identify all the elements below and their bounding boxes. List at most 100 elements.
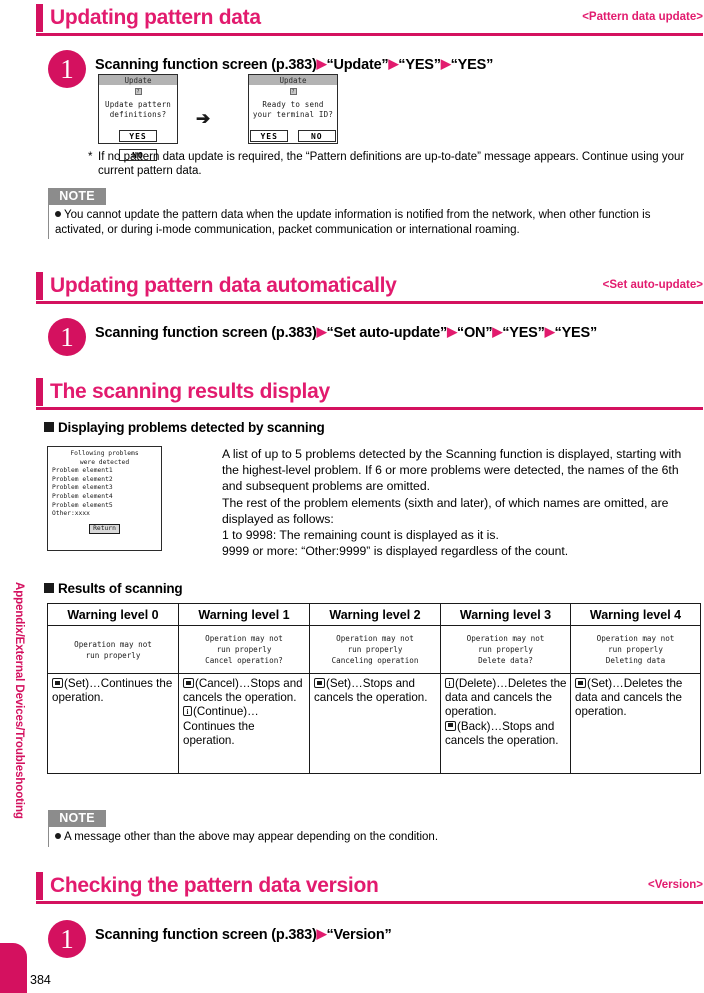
- footnote: * If no pattern data update is required,…: [88, 150, 700, 178]
- step-part: Scanning function screen (p.383): [95, 927, 317, 943]
- chapter-tab-marker: [0, 943, 27, 993]
- subheading-label: Results of scanning: [58, 581, 183, 596]
- action-cell: (Set)…Deletes the data and cancels the o…: [570, 673, 701, 774]
- step-part: Scanning function screen (p.383): [95, 57, 317, 73]
- mock-message-line: Ready to send: [262, 100, 324, 109]
- step-part: “YES”: [502, 325, 545, 341]
- mock-buttons: YES NO: [249, 124, 337, 143]
- set-key-icon: [445, 720, 456, 731]
- phone-mock-update-confirm: Update ? Update pattern definitions? YES…: [98, 74, 178, 161]
- message-line: Operation may not: [336, 634, 414, 643]
- message-line: Delete data?: [478, 656, 533, 665]
- action-dots: …: [612, 677, 624, 690]
- column-header: Warning level 1: [178, 603, 310, 626]
- message-line: Operation may not: [205, 634, 283, 643]
- section-tag: <Pattern data update>: [582, 11, 703, 23]
- chevron-right-icon: ▶: [388, 56, 399, 71]
- action-key-label: (Back): [457, 719, 491, 733]
- warning-message-cell: Operation may not run properly Deleting …: [570, 625, 701, 674]
- heading-accent-bar: [36, 4, 43, 32]
- section-tag: <Version>: [648, 879, 703, 891]
- table-header-row: Warning level 0 Warning level 1 Warning …: [47, 603, 701, 626]
- subheading-results-of-scanning: Results of scanning: [44, 581, 183, 596]
- chevron-right-icon: ▶: [316, 324, 327, 339]
- question-icon: ?: [134, 88, 142, 95]
- description-paragraph: 9999 or more: “Other:9999” is displayed …: [222, 544, 569, 559]
- description-paragraph: A list of up to 5 problems detected by t…: [222, 447, 682, 494]
- action-key-label: (Set): [587, 677, 613, 690]
- chevron-right-icon: ▶: [316, 926, 327, 941]
- action-dots: …: [351, 677, 363, 690]
- step-number-badge: 1: [48, 50, 86, 88]
- step-part: “YES”: [398, 57, 441, 73]
- action-key-label: (Set): [326, 677, 352, 690]
- step-part: Scanning function screen (p.383): [95, 325, 317, 341]
- footnote-text: If no pattern data update is required, t…: [98, 151, 685, 177]
- heading-rule: [36, 33, 703, 36]
- heading-accent-bar: [36, 872, 43, 900]
- mock-message-line: Update pattern: [104, 100, 171, 109]
- step-part: “Update”: [326, 57, 389, 73]
- warning-message-cell: Operation may not run properly Cancel op…: [178, 625, 310, 674]
- note-tag: NOTE: [48, 188, 106, 205]
- mock-status-icon-row: ?: [249, 86, 337, 96]
- chapter-side-tab: Appendix/External Devices/Troubleshootin…: [0, 0, 30, 993]
- set-key-icon: [183, 678, 194, 688]
- step-part: “YES”: [450, 57, 494, 73]
- action-key-label: (Continue): [193, 705, 248, 719]
- subheading-displaying-problems: Displaying problems detected by scanning: [44, 420, 325, 435]
- action-dots: …: [238, 677, 251, 690]
- message-line: Operation may not: [596, 634, 675, 643]
- mock-return-button[interactable]: Return: [89, 523, 120, 535]
- section-heading-check-version: Checking the pattern data version <Versi…: [36, 872, 704, 906]
- step-number-badge: 1: [48, 920, 86, 958]
- mock-list-item: Problem element5: [52, 501, 113, 509]
- section-tag: <Set auto-update>: [602, 279, 703, 291]
- heading-rule: [36, 407, 703, 410]
- phone-mock-problem-list: Following problems were detected Problem…: [47, 446, 162, 551]
- chevron-right-icon: ▶: [447, 324, 457, 339]
- bullet-icon: [55, 833, 61, 839]
- action-dots: …: [496, 677, 508, 690]
- mock-yes-button[interactable]: YES: [119, 130, 157, 142]
- heading-rule: [36, 901, 703, 904]
- note-body: A message other than the above may appea…: [48, 827, 700, 847]
- mock-list-item: Other:xxxx: [52, 510, 90, 518]
- note-text: You cannot update the pattern data when …: [55, 209, 651, 236]
- mock-list-footer: Return: [52, 523, 157, 535]
- section-title: Updating pattern data: [50, 6, 261, 29]
- message-line: Operation may not: [74, 639, 152, 649]
- set-key-icon: [52, 678, 63, 688]
- mock-message-line: your terminal ID?: [252, 110, 334, 119]
- step-part: “Version”: [326, 927, 392, 943]
- message-line: Deleting data: [605, 656, 666, 665]
- question-icon: ?: [289, 88, 297, 95]
- section-title: Updating pattern data automatically: [50, 274, 397, 297]
- phone-mock-terminal-id: Update ? Ready to send your terminal ID?…: [248, 74, 338, 144]
- mock-list-item: Problem element4: [52, 492, 113, 500]
- step-instruction: Scanning function screen (p.383)▶“Update…: [95, 56, 493, 73]
- mock-list-item: Problem element3: [52, 484, 113, 492]
- column-header: Warning level 4: [570, 603, 701, 626]
- mail-key-icon: [445, 677, 454, 691]
- note-body: You cannot update the pattern data when …: [48, 205, 700, 239]
- mock-yes-button[interactable]: YES: [250, 130, 289, 142]
- bullet-icon: [55, 211, 61, 217]
- section-heading-scanning-results: The scanning results display: [36, 378, 704, 412]
- chevron-right-icon: ▶: [316, 56, 327, 71]
- chapter-tab-label: Appendix/External Devices/Troubleshootin…: [13, 582, 25, 819]
- scanning-results-description: A list of up to 5 problems detected by t…: [222, 446, 700, 559]
- step-instruction: Scanning function screen (p.383)▶“Set au…: [95, 324, 597, 341]
- results-of-scanning-table: Warning level 0 Warning level 1 Warning …: [47, 603, 701, 774]
- mock-no-button[interactable]: NO: [297, 130, 336, 142]
- chevron-right-icon: ▶: [544, 324, 555, 339]
- message-line: run properly: [478, 645, 533, 654]
- heading-rule: [36, 301, 703, 304]
- action-cell: (Delete)…Deletes the data and cancels th…: [440, 673, 571, 774]
- section-title: The scanning results display: [50, 380, 330, 403]
- step-number-badge: 1: [48, 318, 86, 356]
- column-header: Warning level 0: [47, 603, 179, 626]
- action-key-label: (Delete): [455, 677, 497, 690]
- description-paragraph: The rest of the problem elements (sixth …: [222, 495, 669, 526]
- section-heading-pattern-data-update: Updating pattern data <Pattern data upda…: [36, 4, 704, 38]
